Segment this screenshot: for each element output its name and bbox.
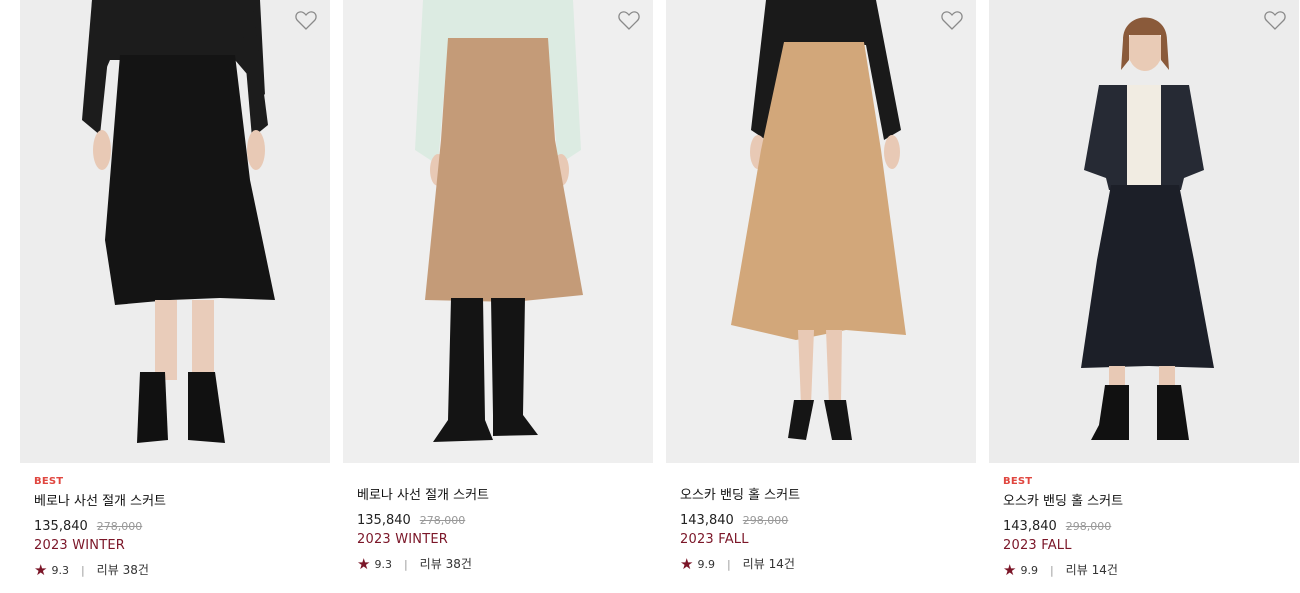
product-card[interactable]: 오스카 밴딩 홀 스커트 143,840 298,000 2023 FALL ★ 9… <box>666 0 976 593</box>
rating-value: 9.3 <box>51 564 69 577</box>
divider: | <box>726 558 731 571</box>
product-card[interactable]: BEST 베로나 사선 절개 스커트 135,840 278,000 2023 W… <box>20 0 330 593</box>
product-image[interactable] <box>666 0 976 463</box>
season-label: 2023 FALL <box>1003 538 1072 553</box>
product-name[interactable]: 베로나 사선 절개 스커트 <box>357 487 643 505</box>
heart-outline-icon[interactable] <box>1263 8 1287 32</box>
season-label: 2023 FALL <box>680 532 749 547</box>
product-image[interactable] <box>20 0 330 463</box>
rating-row: ★ 9.9 | 리뷰 14건 <box>1003 561 1289 579</box>
star-icon: ★ <box>680 555 694 573</box>
price-row: 143,840 298,000 <box>680 510 966 528</box>
product-grid: BEST 베로나 사선 절개 스커트 135,840 278,000 2023 W… <box>0 0 1300 593</box>
star-icon: ★ <box>1003 561 1017 579</box>
heart-outline-icon[interactable] <box>617 8 641 32</box>
model-photo-navy-skirt-jacket <box>989 0 1299 463</box>
product-info: BEST 베로나 사선 절개 스커트 135,840 278,000 2023 W… <box>34 475 320 579</box>
model-photo-camel-flare-skirt <box>666 0 976 463</box>
product-name[interactable]: 오스카 밴딩 홀 스커트 <box>1003 493 1289 511</box>
rating-row: ★ 9.3 | 리뷰 38건 <box>357 555 643 573</box>
original-price: 278,000 <box>96 520 143 533</box>
price-row: 135,840 278,000 <box>34 516 320 534</box>
review-count: 38건 <box>445 557 472 571</box>
product-info: 베로나 사선 절개 스커트 135,840 278,000 2023 WINTER… <box>357 487 643 573</box>
sale-price: 143,840 <box>1003 519 1057 534</box>
review-label: 리뷰 <box>96 563 119 577</box>
product-image[interactable] <box>343 0 653 463</box>
review-label: 리뷰 <box>1065 563 1088 577</box>
review-label: 리뷰 <box>419 557 442 571</box>
season-label: 2023 WINTER <box>34 538 126 553</box>
model-photo-camel-skirt-boots <box>343 0 653 463</box>
price-row: 143,840 298,000 <box>1003 516 1289 534</box>
best-badge: BEST <box>1003 476 1033 487</box>
review-label: 리뷰 <box>742 557 765 571</box>
product-name[interactable]: 오스카 밴딩 홀 스커트 <box>680 487 966 505</box>
rating-row: ★ 9.9 | 리뷰 14건 <box>680 555 966 573</box>
divider: | <box>1049 564 1054 577</box>
review-count: 14건 <box>1091 563 1118 577</box>
product-card[interactable]: 베로나 사선 절개 스커트 135,840 278,000 2023 WINTER… <box>343 0 653 593</box>
sale-price: 135,840 <box>34 519 88 534</box>
divider: | <box>403 558 408 571</box>
rating-value: 9.3 <box>374 558 392 571</box>
rating-value: 9.9 <box>1020 564 1038 577</box>
review-count: 38건 <box>122 563 149 577</box>
original-price: 278,000 <box>419 514 466 527</box>
star-icon: ★ <box>34 561 48 579</box>
product-image[interactable] <box>989 0 1299 463</box>
rating-value: 9.9 <box>697 558 715 571</box>
divider: | <box>80 564 85 577</box>
season-label: 2023 WINTER <box>357 532 449 547</box>
product-name[interactable]: 베로나 사선 절개 스커트 <box>34 493 320 511</box>
review-count: 14건 <box>768 557 795 571</box>
rating-row: ★ 9.3 | 리뷰 38건 <box>34 561 320 579</box>
heart-outline-icon[interactable] <box>294 8 318 32</box>
star-icon: ★ <box>357 555 371 573</box>
heart-outline-icon[interactable] <box>940 8 964 32</box>
sale-price: 143,840 <box>680 513 734 528</box>
best-badge: BEST <box>34 476 64 487</box>
original-price: 298,000 <box>742 514 789 527</box>
sale-price: 135,840 <box>357 513 411 528</box>
price-row: 135,840 278,000 <box>357 510 643 528</box>
model-photo-black-skirt <box>20 0 330 463</box>
product-info: BEST 오스카 밴딩 홀 스커트 143,840 298,000 2023 FA… <box>1003 475 1289 579</box>
original-price: 298,000 <box>1065 520 1112 533</box>
product-card[interactable]: BEST 오스카 밴딩 홀 스커트 143,840 298,000 2023 FA… <box>989 0 1299 593</box>
product-info: 오스카 밴딩 홀 스커트 143,840 298,000 2023 FALL ★ 9… <box>680 487 966 573</box>
